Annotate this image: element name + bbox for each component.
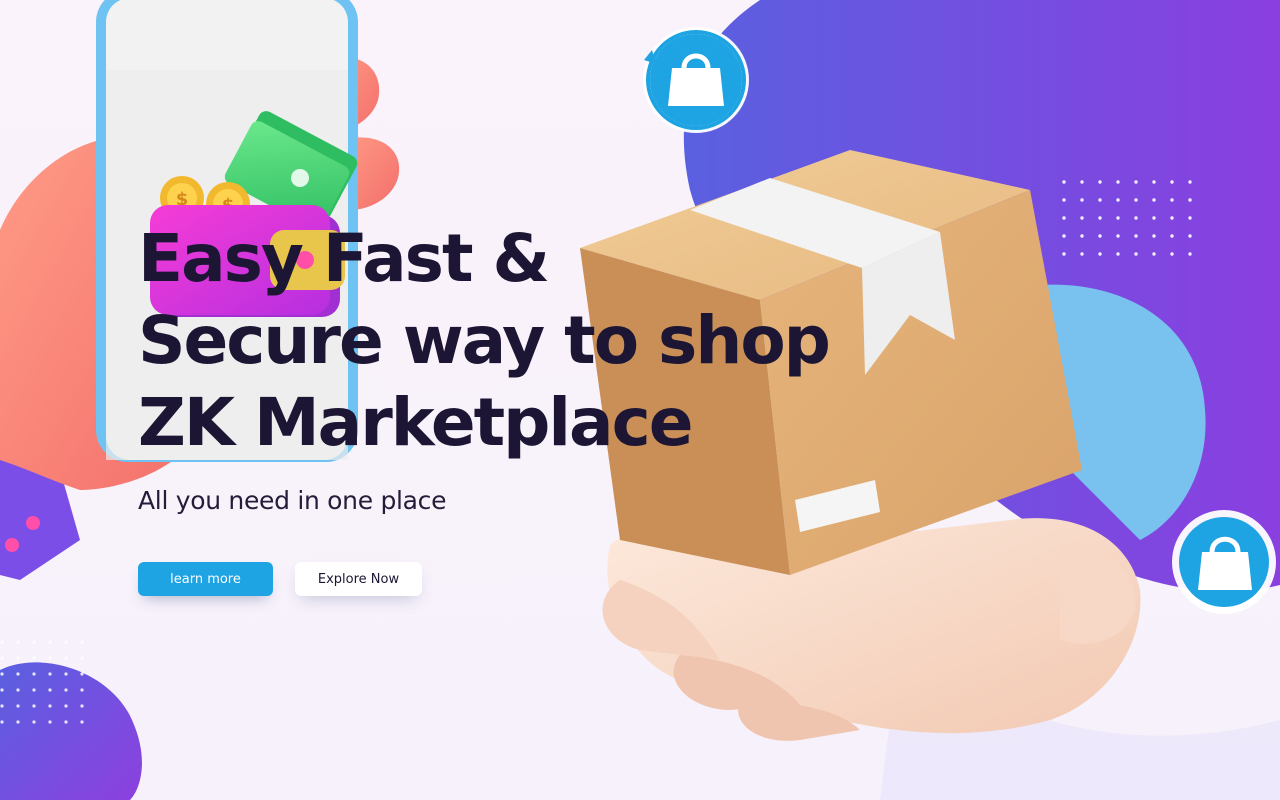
headline-line-3: ZK Marketplace [138,384,693,461]
shopping-bag-icon [1172,510,1276,614]
hero-subtitle: All you need in one place [138,486,447,515]
headline-line-2: Secure way to shop [138,302,831,379]
hero-headline: Easy Fast & Secure way to shop ZK Market… [138,218,831,464]
dot-grid-left [0,636,90,724]
hero-text: Easy Fast & Secure way to shop ZK Market… [138,218,831,515]
dot-grid-right [1048,178,1204,268]
explore-now-button[interactable]: Explore Now [295,562,422,596]
shopping-bag-refresh-icon [643,27,749,133]
hero-actions: learn more Explore Now [138,562,422,596]
hero-section: $ $ [0,0,1280,800]
headline-line-1: Easy Fast & [138,220,550,297]
learn-more-button[interactable]: learn more [138,562,273,596]
